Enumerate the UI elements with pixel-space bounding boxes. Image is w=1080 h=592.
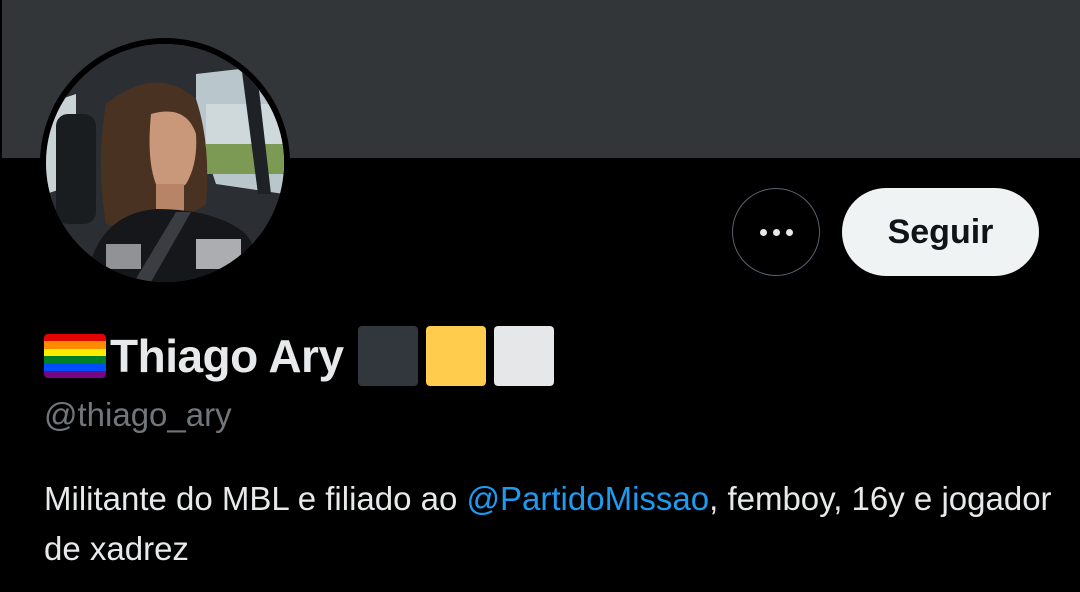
more-horizontal-icon <box>759 228 793 236</box>
profile-page: Seguir Thiago Ary @thiago_ary Militante … <box>0 0 1080 592</box>
avatar-photo <box>46 44 284 282</box>
rainbow-flag-icon <box>44 334 106 378</box>
display-name: Thiago Ary <box>110 330 344 382</box>
name-emoji-squares <box>357 326 554 386</box>
bio-text-start: Militante do MBL e filiado ao <box>44 480 467 517</box>
black-square-icon <box>357 326 418 386</box>
profile-bio: Militante do MBL e filiado ao @PartidoMi… <box>44 474 1054 574</box>
yellow-square-icon <box>425 326 486 386</box>
follow-button[interactable]: Seguir <box>842 188 1039 276</box>
more-options-button[interactable] <box>732 188 820 276</box>
bio-mention-link[interactable]: @PartidoMissao <box>467 480 710 517</box>
display-name-row: Thiago Ary <box>44 326 554 386</box>
username-handle: @thiago_ary <box>44 396 232 433</box>
avatar[interactable] <box>40 38 290 288</box>
white-square-icon <box>493 326 554 386</box>
